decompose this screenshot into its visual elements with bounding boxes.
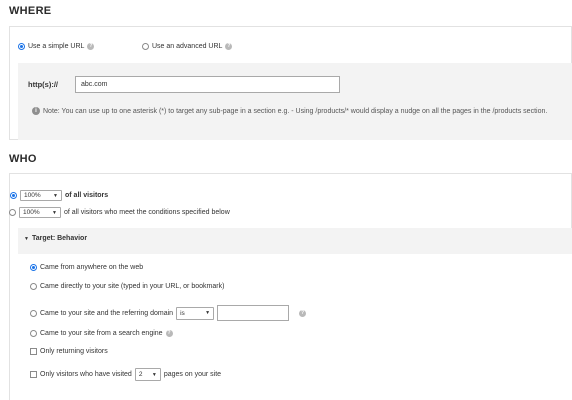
- simple-url-label: Use a simple URL: [28, 43, 85, 50]
- conditional-visitors-label: of all visitors who meet the conditions …: [64, 209, 230, 216]
- percent-value: 100%: [24, 192, 41, 199]
- condition-returning[interactable]: Only returning visitors: [30, 348, 108, 355]
- help-icon[interactable]: ?: [299, 309, 307, 317]
- where-panel: Use a simple URL ? Use an advanced URL ?…: [9, 26, 572, 140]
- advanced-url-label: Use an advanced URL: [152, 43, 223, 50]
- returning-visitors-checkbox[interactable]: [30, 348, 37, 355]
- visited-pages-checkbox[interactable]: [30, 371, 37, 378]
- help-icon[interactable]: ?: [165, 330, 173, 337]
- simple-url-option[interactable]: Use a simple URL ?: [18, 43, 95, 50]
- target-behavior-header[interactable]: ▼ Target: Behavior: [24, 235, 87, 242]
- all-visitors-label: of all visitors: [65, 192, 109, 199]
- referring-operator-select[interactable]: is ▼: [176, 306, 215, 320]
- conditions-list: Came from anywhere on the web Came direc…: [18, 254, 572, 400]
- protocol-label: http(s)://: [28, 80, 58, 89]
- help-icon[interactable]: ?: [87, 43, 95, 50]
- chevron-down-icon: ▼: [52, 209, 57, 216]
- condition-anywhere-label: Came from anywhere on the web: [40, 264, 144, 271]
- visited-count-value: 2: [138, 371, 143, 378]
- advanced-url-option[interactable]: Use an advanced URL ?: [142, 43, 233, 50]
- info-icon: i: [32, 107, 40, 115]
- visited-count-select[interactable]: 2 ▼: [134, 368, 161, 381]
- condition-search-engine[interactable]: Came to your site from a search engine ?: [30, 330, 173, 337]
- condition-anywhere-radio[interactable]: [30, 264, 37, 271]
- condition-search-engine-label: Came to your site from a search engine: [40, 330, 163, 337]
- all-visitors-radio[interactable]: [10, 192, 17, 199]
- condition-referring-radio[interactable]: [30, 309, 37, 317]
- condition-returning-label: Only returning visitors: [40, 348, 108, 355]
- where-title: WHERE: [9, 5, 52, 17]
- condition-direct[interactable]: Came directly to your site (typed in you…: [30, 283, 224, 290]
- collapse-icon[interactable]: ▼: [24, 236, 29, 242]
- chevron-down-icon: ▼: [205, 310, 211, 316]
- conditional-visitors-option[interactable]: 100% ▼ of all visitors who meet the cond…: [9, 207, 230, 218]
- visited-suffix-label: pages on your site: [163, 371, 222, 378]
- all-visitors-percent-select[interactable]: 100% ▼: [20, 190, 62, 201]
- condition-direct-label: Came directly to your site (typed in you…: [40, 283, 225, 290]
- who-panel: 100% ▼ of all visitors 100% ▼ of all vis…: [9, 173, 572, 400]
- target-behavior-title: Target: Behavior: [31, 235, 88, 242]
- chevron-down-icon: ▼: [53, 192, 58, 199]
- condition-anywhere[interactable]: Came from anywhere on the web: [30, 264, 143, 271]
- simple-url-radio[interactable]: [18, 43, 25, 50]
- url-settings-box: http(s):// abc.com i Note: You can use u…: [18, 63, 572, 140]
- url-note-text: Note: You can use up to one asterisk (*)…: [43, 107, 548, 115]
- all-visitors-option[interactable]: 100% ▼ of all visitors: [10, 190, 108, 201]
- condition-referring[interactable]: Came to your site and the referring doma…: [30, 305, 307, 321]
- url-note: i Note: You can use up to one asterisk (…: [32, 107, 547, 115]
- conditional-percent-select[interactable]: 100% ▼: [19, 207, 61, 218]
- condition-visited-pages[interactable]: Only visitors who have visited 2 ▼ pages…: [30, 368, 221, 381]
- chevron-down-icon: ▼: [151, 371, 157, 378]
- who-title: WHO: [9, 153, 37, 165]
- advanced-url-radio[interactable]: [142, 43, 149, 50]
- url-input[interactable]: abc.com: [75, 76, 340, 93]
- operator-value: is: [180, 309, 185, 317]
- visited-prefix-label: Only visitors who have visited: [40, 371, 132, 378]
- referring-domain-input[interactable]: [217, 305, 290, 321]
- condition-search-engine-radio[interactable]: [30, 330, 37, 337]
- conditional-visitors-radio[interactable]: [9, 209, 16, 216]
- percent-value: 100%: [23, 209, 40, 216]
- condition-direct-radio[interactable]: [30, 283, 37, 290]
- condition-referring-label: Came to your site and the referring doma…: [40, 309, 174, 317]
- help-icon[interactable]: ?: [225, 43, 233, 50]
